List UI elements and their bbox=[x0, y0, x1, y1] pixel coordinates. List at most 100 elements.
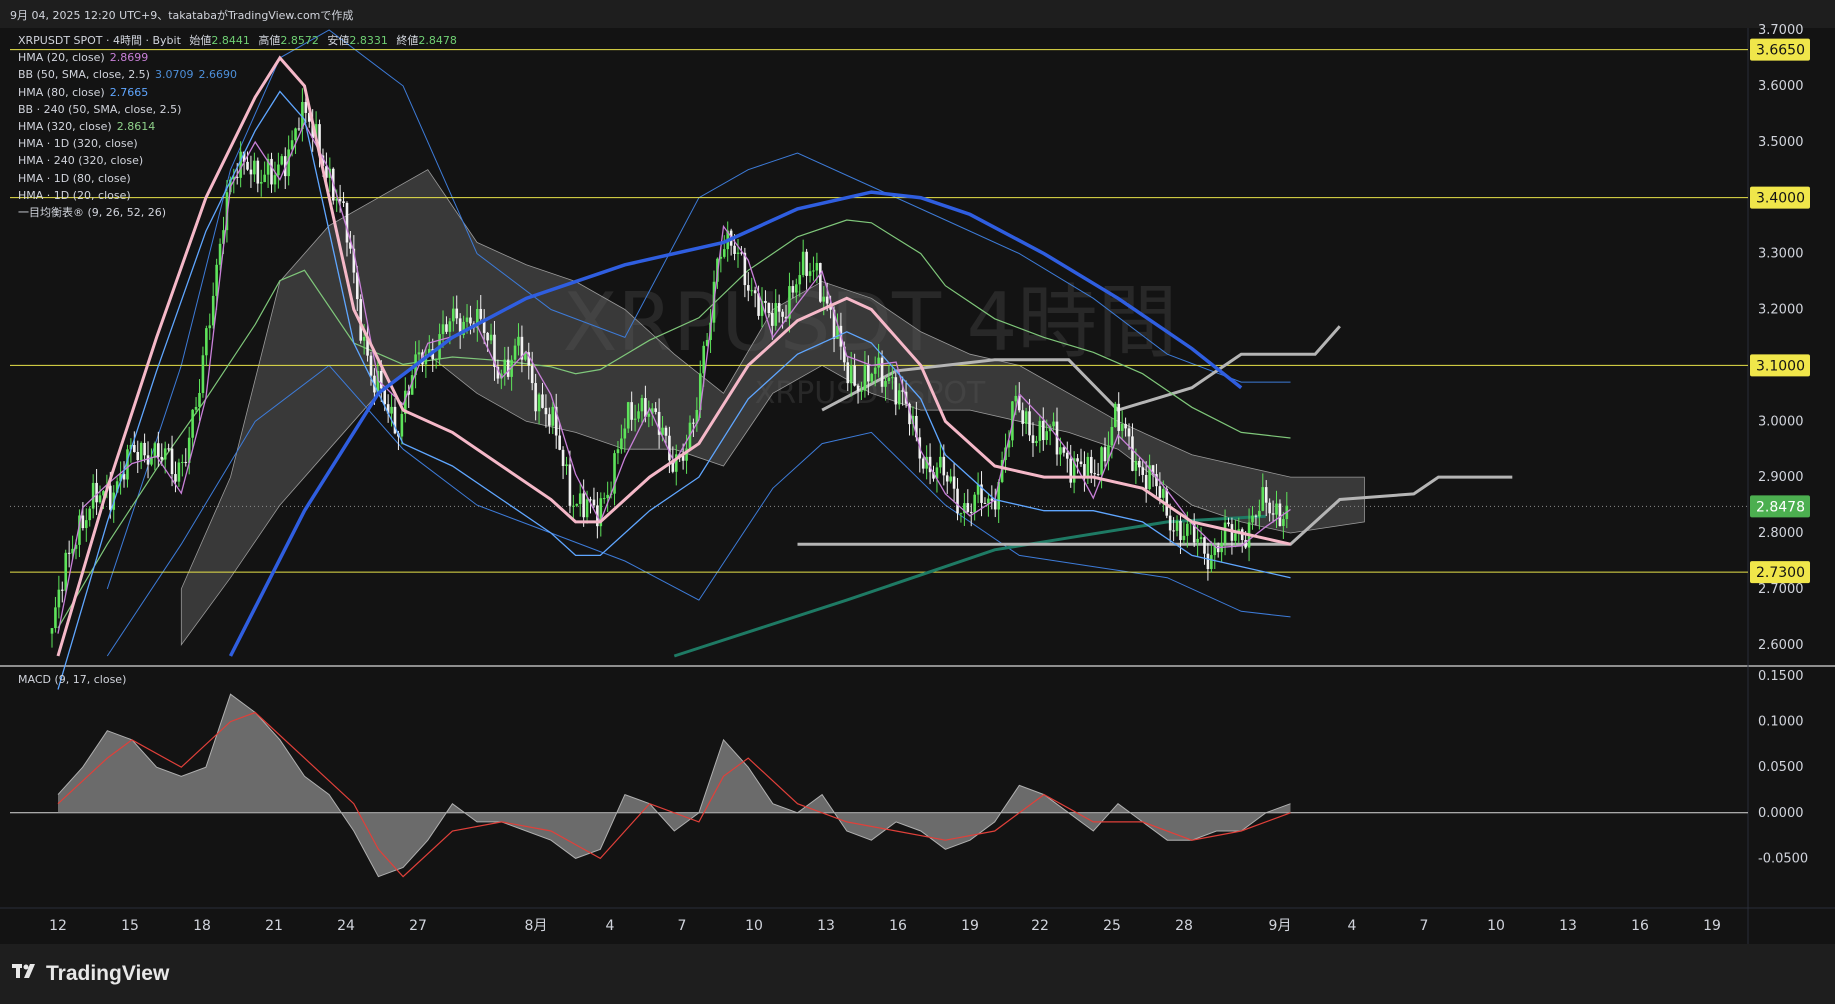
candle-body bbox=[1165, 488, 1169, 516]
indicator-value: 3.0709 bbox=[154, 68, 194, 82]
time-axis-tick: 18 bbox=[193, 918, 211, 934]
candle-body bbox=[167, 448, 170, 450]
candle-body bbox=[1223, 522, 1227, 543]
legend-indicator-row[interactable]: 一目均衡表® (9, 26, 52, 26) bbox=[18, 204, 457, 221]
candle-body bbox=[668, 435, 671, 461]
last-price-label: 2.8478 bbox=[1756, 499, 1805, 515]
candle-body bbox=[534, 383, 537, 412]
legend-indicator-row[interactable]: HMA · 1D (20, close) bbox=[18, 187, 457, 204]
legend-indicator-row[interactable]: BB (50, SMA, close, 2.5) 3.0709 2.6690 bbox=[18, 66, 457, 83]
time-axis-tick: 21 bbox=[265, 918, 283, 934]
legend-indicator-row[interactable]: HMA · 1D (320, close) bbox=[18, 135, 457, 152]
candle-body bbox=[884, 381, 887, 387]
macd-label[interactable]: MACD (9, 17, close) bbox=[18, 673, 126, 686]
candle-body bbox=[201, 355, 205, 393]
candle-body bbox=[1093, 473, 1097, 475]
legend-title-row[interactable]: XRPUSDT SPOT · 4時間 · Bybit 始値2.8441 高値2.… bbox=[18, 32, 457, 49]
candle-body bbox=[191, 409, 194, 438]
candle-body bbox=[771, 313, 774, 326]
candle-body bbox=[630, 402, 633, 420]
candle-body bbox=[640, 398, 644, 412]
candle-body bbox=[853, 365, 856, 386]
candle-body bbox=[153, 443, 157, 458]
legend-indicator-row[interactable]: HMA (80, close) 2.7665 bbox=[18, 84, 457, 101]
candle-body bbox=[565, 464, 568, 466]
candle-body bbox=[578, 493, 582, 504]
candle-body bbox=[517, 336, 520, 346]
candle-body bbox=[983, 502, 987, 504]
candle-body bbox=[205, 328, 208, 356]
candle-body bbox=[805, 251, 808, 276]
indicator-name: HMA (20, close) bbox=[18, 51, 105, 65]
time-axis-tick: 4 bbox=[1348, 918, 1357, 934]
candle-body bbox=[541, 394, 544, 408]
legend-indicator-row[interactable]: HMA (320, close) 2.8614 bbox=[18, 118, 457, 135]
price-axis-tick: 3.0000 bbox=[1758, 414, 1804, 429]
candle-body bbox=[637, 411, 640, 419]
legend-indicator-row[interactable]: HMA · 240 (320, close) bbox=[18, 152, 457, 169]
time-axis-tick: 13 bbox=[1559, 918, 1577, 934]
candle-body bbox=[1079, 461, 1083, 465]
indicator-value: 2.7665 bbox=[109, 85, 149, 99]
candle-body bbox=[993, 500, 997, 510]
legend-indicator-row[interactable]: HMA (20, close) 2.8699 bbox=[18, 49, 457, 66]
candle-body bbox=[602, 498, 606, 500]
candle-body bbox=[819, 262, 822, 302]
indicator-name: HMA (80, close) bbox=[18, 85, 105, 99]
candle-body bbox=[143, 442, 146, 456]
price-axis-tick: 2.7000 bbox=[1758, 582, 1804, 597]
candle-body bbox=[1014, 395, 1018, 402]
candle-body bbox=[506, 359, 510, 377]
macd-axis-tick: 0.0500 bbox=[1758, 760, 1804, 775]
candle-body bbox=[1031, 435, 1035, 444]
candle-body bbox=[469, 317, 472, 324]
ohlc-low-label: 安値 bbox=[327, 34, 350, 47]
candle-body bbox=[1271, 513, 1275, 515]
candle-body bbox=[537, 394, 541, 412]
tradingview-logo[interactable]: TradingView bbox=[12, 962, 169, 986]
candle-body bbox=[767, 302, 771, 314]
candle-body bbox=[1199, 537, 1203, 539]
candle-body bbox=[181, 461, 184, 463]
legend-indicator-row[interactable]: HMA · 1D (80, close) bbox=[18, 170, 457, 187]
time-axis-tick: 16 bbox=[889, 918, 907, 934]
candle-body bbox=[987, 498, 990, 504]
tradingview-brand: TradingView bbox=[46, 962, 170, 985]
candle-body bbox=[561, 449, 565, 466]
candle-body bbox=[746, 285, 750, 291]
candle-body bbox=[434, 358, 438, 360]
candle-body bbox=[194, 406, 198, 410]
ohlc-open-value: 2.8441 bbox=[211, 34, 250, 47]
candle-body bbox=[791, 286, 795, 293]
candle-body bbox=[88, 508, 92, 521]
candle-body bbox=[1096, 474, 1100, 476]
legend-indicator-row[interactable]: BB · 240 (50, SMA, close, 2.5) bbox=[18, 101, 457, 118]
candle-body bbox=[369, 355, 373, 376]
candle-body bbox=[211, 295, 215, 326]
candle-body bbox=[170, 448, 174, 475]
candle-body bbox=[184, 461, 188, 463]
price-axis-tick: 3.3000 bbox=[1758, 247, 1804, 262]
time-axis-tick: 10 bbox=[745, 918, 763, 934]
price-level-label: 2.7300 bbox=[1756, 565, 1805, 581]
ohlc-low-value: 2.8331 bbox=[349, 34, 388, 47]
time-axis-tick: 10 bbox=[1487, 918, 1505, 934]
candle-body bbox=[513, 345, 517, 360]
candle-body bbox=[1076, 458, 1079, 462]
candle-body bbox=[1100, 447, 1103, 475]
candle-body bbox=[139, 442, 143, 461]
candle-body bbox=[479, 308, 483, 319]
candle-body bbox=[592, 499, 596, 506]
candle-body bbox=[959, 513, 963, 515]
candle-body bbox=[1021, 410, 1024, 424]
candle-body bbox=[846, 362, 850, 384]
ohlc-open-label: 始値 bbox=[189, 34, 212, 47]
candle-body bbox=[486, 332, 489, 341]
candle-body bbox=[1103, 447, 1107, 462]
candle-body bbox=[606, 494, 609, 499]
price-level-label: 3.1000 bbox=[1756, 358, 1805, 374]
candle-body bbox=[891, 377, 894, 379]
candle-body bbox=[664, 427, 668, 436]
candle-body bbox=[157, 443, 160, 457]
candle-body bbox=[867, 364, 870, 382]
